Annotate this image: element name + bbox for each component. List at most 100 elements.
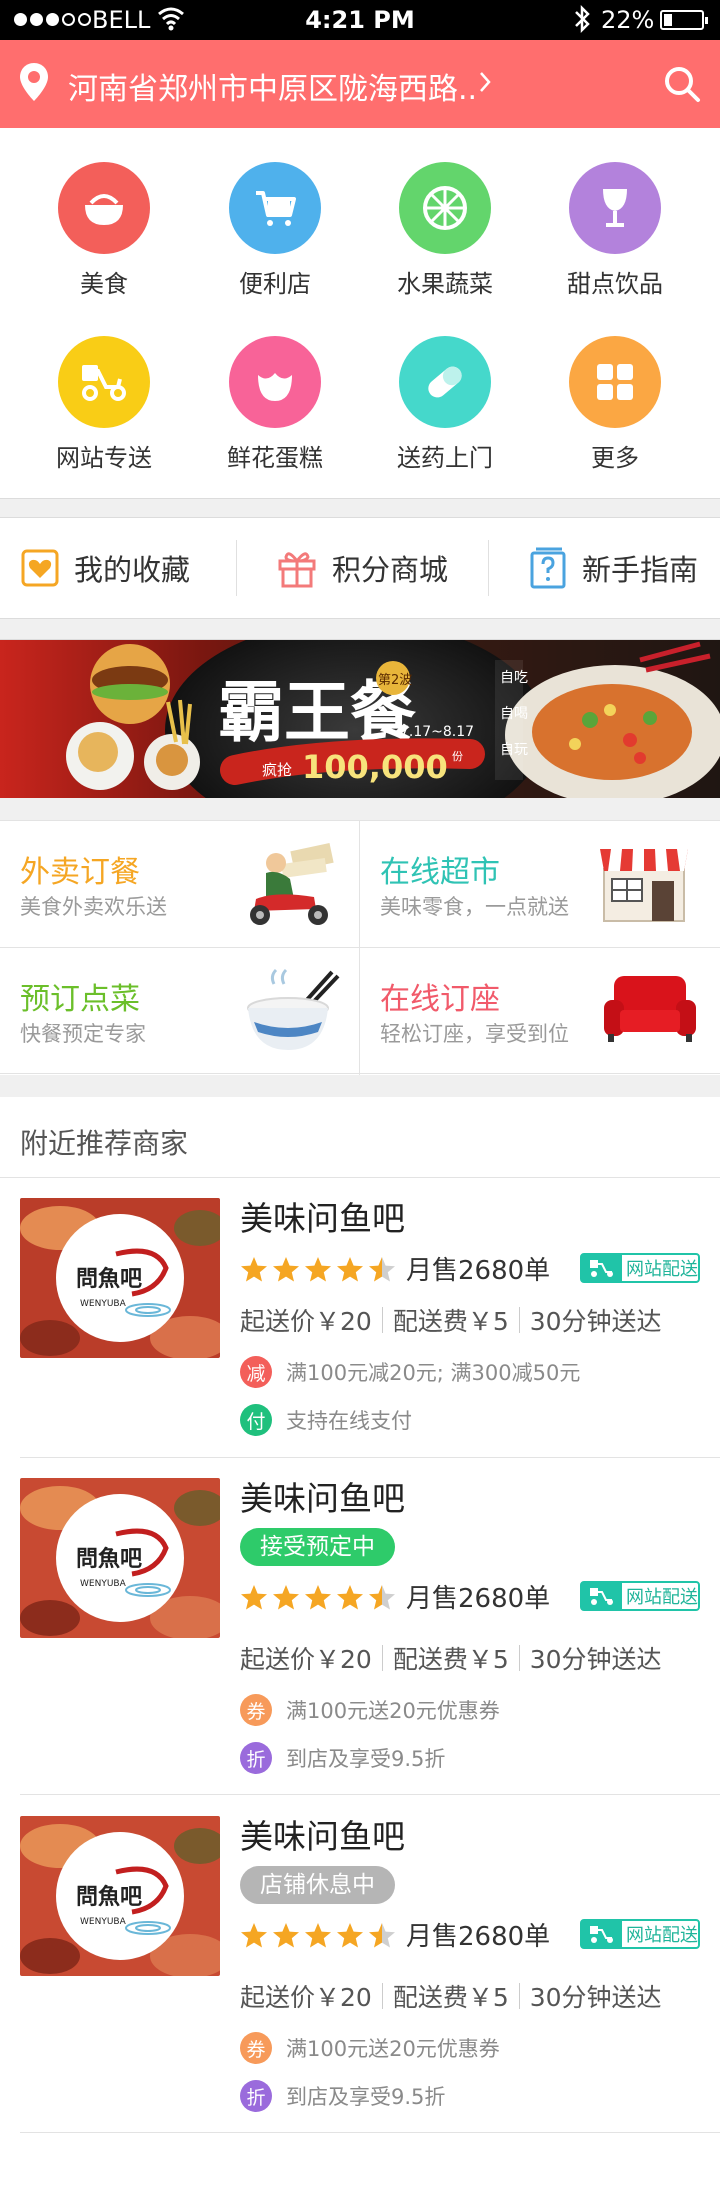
rating-stars xyxy=(240,1256,396,1284)
delivery-eta: 30分钟送达 xyxy=(529,1645,662,1674)
promo-text: 到店及享受9.5折 xyxy=(286,1747,446,1771)
service-title: 外卖订餐 xyxy=(20,855,140,890)
shop-name: 美味问鱼吧 xyxy=(240,1199,405,1238)
chevron-right-icon[interactable] xyxy=(478,70,492,94)
star-icon xyxy=(369,1585,395,1610)
banner-side-word: 自吃 xyxy=(500,670,528,686)
nearby-section-title: 附近推荐商家 xyxy=(20,1127,189,1160)
shop-front-icon xyxy=(600,849,688,922)
min-price: 起送价￥20 xyxy=(240,1307,372,1336)
shop-card[interactable]: 問魚吧 WENYUBA 美味问鱼吧 店铺休息中 月售2680单 网站配送 起送价… xyxy=(0,1796,720,2134)
shop-logo-text: 問魚吧 xyxy=(76,1546,142,1572)
delivery-label: 网站配送 xyxy=(626,1259,698,1280)
signal-strength-icon xyxy=(14,13,91,26)
location-pin-icon[interactable] xyxy=(18,61,50,103)
promo-row: 券 满100元送20元优惠券 xyxy=(240,2032,500,2064)
divider-line xyxy=(20,1794,720,1795)
category-food[interactable]: 美食 xyxy=(24,162,184,332)
min-price: 起送价￥20 xyxy=(240,1645,372,1674)
category-dessert-drinks[interactable]: 甜点饮品 xyxy=(535,162,695,332)
flower-icon xyxy=(229,336,321,428)
divider xyxy=(381,1307,383,1333)
category-more[interactable]: 更多 xyxy=(535,336,695,506)
divider xyxy=(518,1645,520,1671)
bowl-icon xyxy=(58,162,150,254)
promo-banner[interactable]: 自吃 自喝 自玩 霸王餐 第2波 7.17~8.17 疯抢 100,000 份 xyxy=(0,640,720,798)
shop-name: 美味问鱼吧 xyxy=(240,1817,405,1856)
category-fruit-veg[interactable]: 水果蔬菜 xyxy=(365,162,525,332)
search-icon[interactable] xyxy=(662,64,702,104)
category-label: 鲜花蛋糕 xyxy=(227,444,323,472)
category-convenience-store[interactable]: 便利店 xyxy=(195,162,355,332)
promo-text: 满100元减20元; 满300减50元 xyxy=(286,1361,581,1385)
gift-icon xyxy=(278,552,316,588)
divider xyxy=(518,1307,520,1333)
grid-icon xyxy=(569,336,661,428)
location-header: 河南省郑州市中原区陇海西路.. xyxy=(0,40,720,128)
promo-text: 到店及享受9.5折 xyxy=(286,2085,446,2109)
service-subtitle: 轻松订座，享受到位 xyxy=(380,1022,569,1046)
service-subtitle: 美食外卖欢乐送 xyxy=(20,895,167,919)
category-site-delivery[interactable]: 网站专送 xyxy=(24,336,184,506)
star-icon xyxy=(369,1923,395,1948)
quick-link-guide[interactable]: 新手指南 xyxy=(528,518,698,618)
shop-fees: 起送价￥20 配送费￥5 30分钟送达 xyxy=(240,1302,662,1338)
promo-row: 券 满100元送20元优惠券 xyxy=(240,1694,500,1726)
banner-count: 100,000 xyxy=(302,748,448,786)
divider xyxy=(488,540,489,596)
shop-card[interactable]: 問魚吧 WENYUBA 美味问鱼吧 接受预定中 月售2680单 网站配送 起送价… xyxy=(0,1458,720,1796)
monthly-sales: 月售2680单 xyxy=(406,1256,551,1286)
rice-bowl-icon xyxy=(247,968,340,1050)
delivery-label: 网站配送 xyxy=(626,1925,698,1946)
scooter-icon xyxy=(582,1583,622,1609)
section-divider xyxy=(0,618,720,640)
shop-logo-sub: WENYUBA xyxy=(80,1579,127,1589)
current-address[interactable]: 河南省郑州市中原区陇海西路.. xyxy=(68,64,477,108)
delivery-eta: 30分钟送达 xyxy=(529,1307,662,1336)
star-icon xyxy=(337,1585,363,1610)
quick-link-favorites[interactable]: 我的收藏 xyxy=(20,518,190,618)
star-icon xyxy=(305,1923,331,1948)
delivery-label: 网站配送 xyxy=(626,1587,698,1608)
heart-box-icon xyxy=(21,549,59,587)
promo-text: 支持在线支付 xyxy=(286,1409,412,1433)
banner-count-prefix: 疯抢 xyxy=(262,761,292,779)
divider-line xyxy=(0,498,720,499)
banner-side-word: 自玩 xyxy=(500,742,528,758)
service-seat-booking[interactable]: 在线订座 轻松订座，享受到位 xyxy=(360,948,720,1074)
discount-badge: 减 xyxy=(240,1356,272,1388)
category-flowers-cake[interactable]: 鲜花蛋糕 xyxy=(195,336,355,506)
category-medicine[interactable]: 送药上门 xyxy=(365,336,525,506)
service-takeout[interactable]: 外卖订餐 美食外卖欢乐送 xyxy=(0,821,360,947)
category-label: 水果蔬菜 xyxy=(397,270,493,298)
service-subtitle: 快餐预定专家 xyxy=(20,1022,146,1046)
service-subtitle: 美味零食，一点就送 xyxy=(380,895,569,919)
discount-badge: 折 xyxy=(240,1742,272,1774)
service-supermarket[interactable]: 在线超市 美味零食，一点就送 xyxy=(360,821,720,947)
star-icon xyxy=(241,1923,267,1948)
delivery-badge: 网站配送 xyxy=(580,1253,700,1283)
help-book-icon xyxy=(530,547,566,589)
divider xyxy=(381,1645,383,1671)
scooter-icon xyxy=(582,1921,622,1947)
promo-row: 折 到店及享受9.5折 xyxy=(240,1742,445,1774)
monthly-sales: 月售2680单 xyxy=(406,1584,551,1614)
shop-fees: 起送价￥20 配送费￥5 30分钟送达 xyxy=(240,1640,662,1676)
star-icon xyxy=(241,1257,267,1282)
quick-link-label: 新手指南 xyxy=(582,553,699,587)
divider xyxy=(381,1983,383,2009)
shop-card[interactable]: 問魚吧 WENYUBA 美味问鱼吧 月售2680单 网站配送 起送价￥20 配送… xyxy=(0,1178,720,1458)
sofa-icon xyxy=(604,976,696,1042)
divider-line xyxy=(20,2132,720,2133)
quick-link-points-mall[interactable]: 积分商城 xyxy=(276,518,448,618)
star-icon xyxy=(305,1585,331,1610)
coupon-badge: 券 xyxy=(240,1694,272,1726)
service-title: 在线订座 xyxy=(380,982,500,1017)
shop-logo-text: 問魚吧 xyxy=(76,1884,142,1910)
wifi-icon xyxy=(158,7,184,31)
delivery-badge: 网站配送 xyxy=(580,1919,700,1949)
delivery-fee: 配送费￥5 xyxy=(392,1645,509,1674)
min-price: 起送价￥20 xyxy=(240,1983,372,2012)
service-preorder[interactable]: 预订点菜 快餐预定专家 xyxy=(0,948,360,1074)
category-label: 甜点饮品 xyxy=(567,270,663,298)
